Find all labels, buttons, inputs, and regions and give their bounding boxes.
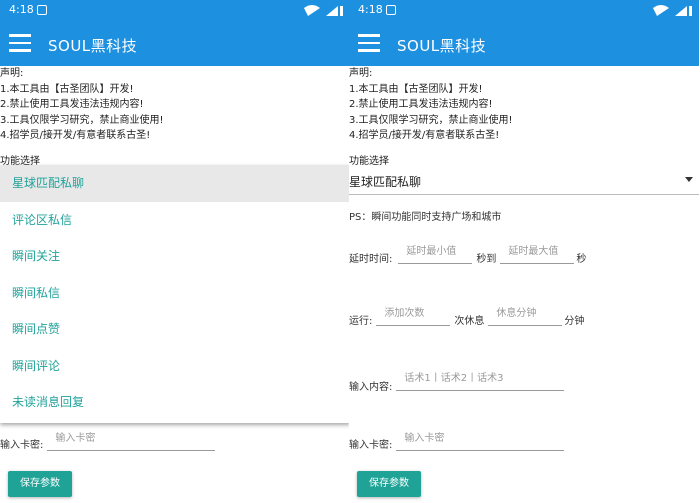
dropdown-option[interactable]: 星球匹配私聊 bbox=[0, 165, 350, 202]
content-label: 输入内容: bbox=[349, 382, 393, 393]
wifi-battery-icon bbox=[304, 5, 343, 16]
delay-min-input[interactable]: 延时最小值 bbox=[398, 242, 473, 264]
app-title: SOUL黑科技 bbox=[397, 37, 487, 55]
rest-label: 次休息 bbox=[454, 316, 485, 327]
dropdown-option[interactable]: 未读消息回复 bbox=[0, 384, 350, 421]
notice-heading: 声明: bbox=[0, 68, 24, 79]
card-row: 输入卡密: 输入卡密 bbox=[0, 428, 216, 451]
delay-label: 延时时间: bbox=[349, 254, 393, 265]
function-label: 功能选择 bbox=[349, 156, 389, 167]
notice-block: 声明: 1.本工具由【古圣团队】开发! 2.禁止使用工具发违法违规内容! 3.工… bbox=[0, 66, 350, 144]
content-input[interactable]: 话术1丨话术2丨话术3 bbox=[396, 369, 565, 391]
status-bar: 4:18 bbox=[349, 0, 699, 22]
save-button[interactable]: 保存参数 bbox=[8, 471, 72, 497]
content-row: 输入内容: 话术1丨话术2丨话术3 bbox=[349, 366, 565, 393]
notice-heading: 声明: bbox=[349, 68, 373, 79]
app-title: SOUL黑科技 bbox=[48, 37, 138, 55]
status-time: 4:18 bbox=[9, 3, 34, 16]
menu-icon[interactable] bbox=[358, 34, 380, 52]
card-label: 输入卡密: bbox=[0, 440, 44, 451]
notice-line: 3.工具仅限学习研究，禁止商业使用! bbox=[349, 114, 513, 126]
notice-block: 声明: 1.本工具由【古圣团队】开发! 2.禁止使用工具发违法违规内容! 3.工… bbox=[349, 66, 699, 144]
dropdown-option[interactable]: 瞬间点赞 bbox=[0, 311, 350, 348]
selected-function: 星球匹配私聊 bbox=[349, 175, 422, 189]
left-screen: 4:18 SOUL黑科技 声明: 1.本工具由【古圣团队】开发! 2.禁止使用工… bbox=[0, 0, 350, 503]
dropdown-option[interactable]: 评论区私信 bbox=[0, 202, 350, 239]
delay-unit: 秒 bbox=[576, 254, 587, 265]
card-input[interactable]: 输入卡密 bbox=[396, 429, 565, 451]
menu-icon[interactable] bbox=[9, 34, 31, 52]
card-row: 输入卡密: 输入卡密 bbox=[349, 428, 565, 451]
app-bar: SOUL黑科技 bbox=[0, 22, 350, 66]
notification-icon bbox=[37, 5, 47, 15]
rest-unit: 分钟 bbox=[564, 316, 585, 327]
dropdown-option[interactable]: 瞬间评论 bbox=[0, 348, 350, 385]
app-bar: SOUL黑科技 bbox=[349, 22, 699, 66]
status-bar: 4:18 bbox=[0, 0, 350, 22]
delay-to-label: 秒到 bbox=[476, 254, 497, 265]
card-label: 输入卡密: bbox=[349, 440, 393, 451]
notice-line: 1.本工具由【古圣团队】开发! bbox=[0, 83, 134, 95]
notice-line: 1.本工具由【古圣团队】开发! bbox=[349, 83, 483, 95]
dropdown-option[interactable]: 瞬间关注 bbox=[0, 238, 350, 275]
delay-max-input[interactable]: 延时最大值 bbox=[500, 242, 575, 264]
wifi-battery-icon bbox=[653, 5, 692, 16]
status-time: 4:18 bbox=[358, 3, 383, 16]
run-count-input[interactable]: 添加次数 bbox=[376, 304, 451, 326]
dropdown-option[interactable]: 瞬间私信 bbox=[0, 275, 350, 312]
rest-minutes-input[interactable]: 休息分钟 bbox=[488, 304, 563, 326]
notice-line: 2.禁止使用工具发违法违规内容! bbox=[349, 99, 493, 110]
save-button[interactable]: 保存参数 bbox=[357, 471, 421, 497]
notice-line: 2.禁止使用工具发违法违规内容! bbox=[0, 99, 144, 110]
notice-line: 4.招学员/接开发/有意者联系古圣! bbox=[349, 130, 500, 141]
card-input[interactable]: 输入卡密 bbox=[47, 429, 216, 451]
run-row: 运行: 添加次数 次休息 休息分钟 分钟 bbox=[349, 302, 585, 328]
delay-row: 延时时间: 延时最小值 秒到 延时最大值 秒 bbox=[349, 240, 587, 266]
ps-note: PS：瞬间功能同时支持广场和城市 bbox=[349, 212, 502, 223]
function-dropdown-list[interactable]: 星球匹配私聊 评论区私信 瞬间关注 瞬间私信 瞬间点赞 瞬间评论 未读消息回复 bbox=[0, 165, 350, 423]
function-select[interactable]: 星球匹配私聊 bbox=[349, 170, 699, 195]
right-screen: 4:18 SOUL黑科技 声明: 1.本工具由【古圣团队】开发! 2.禁止使用工… bbox=[349, 0, 699, 503]
dropdown-arrow-icon bbox=[685, 177, 693, 182]
notice-line: 4.招学员/接开发/有意者联系古圣! bbox=[0, 130, 151, 141]
notice-line: 3.工具仅限学习研究，禁止商业使用! bbox=[0, 114, 164, 126]
notification-icon bbox=[386, 5, 396, 15]
run-label: 运行: bbox=[349, 316, 373, 327]
